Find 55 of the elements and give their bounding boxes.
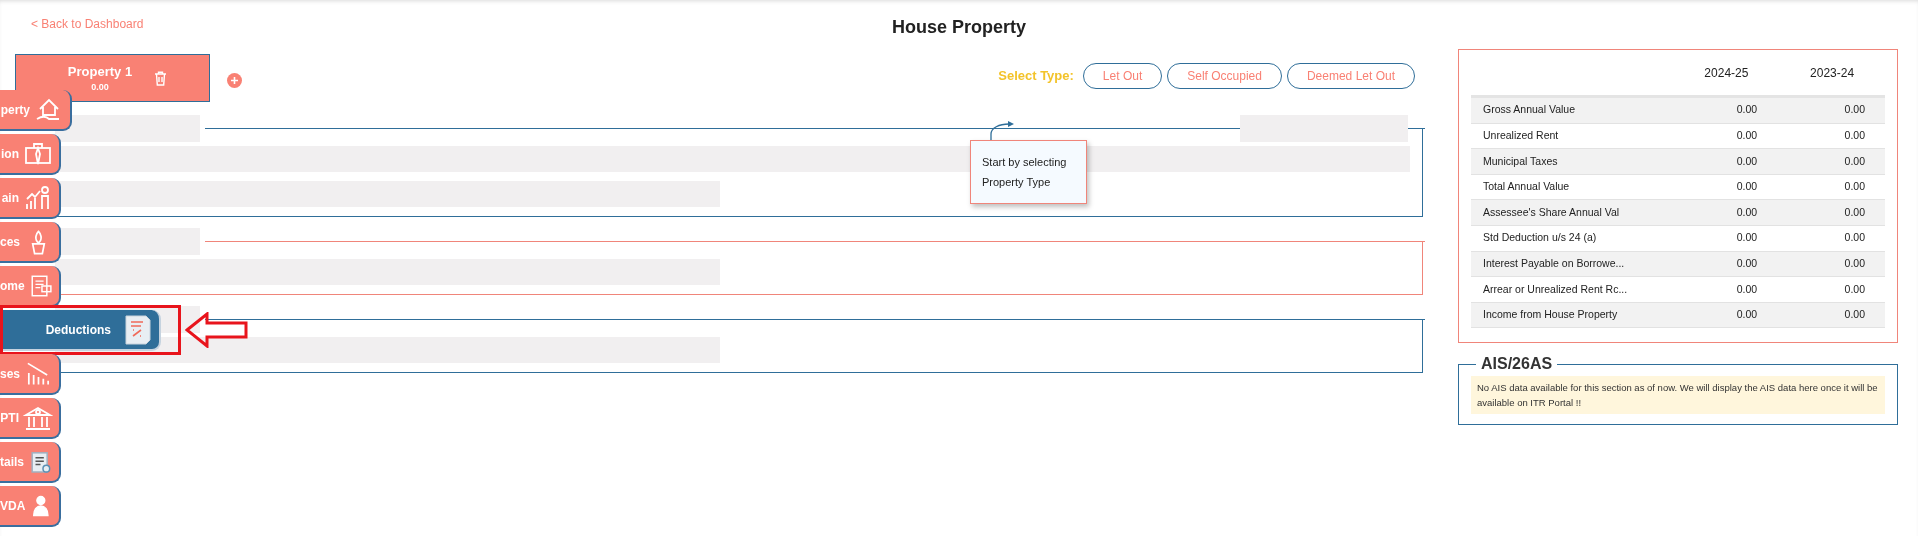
table-cell-text: 0.00 xyxy=(1735,204,1758,220)
table-cell-text: 0.00 xyxy=(1843,128,1865,143)
table-cell-text: 0.00 xyxy=(1843,102,1865,118)
table-cell-text: 0.00 xyxy=(1843,256,1865,271)
row-label: Arrear or Unrealized Rent Rc... xyxy=(1482,281,1629,297)
sidebar-tab[interactable]: ome xyxy=(0,266,61,307)
table-cell-text: 0.00 xyxy=(1735,281,1758,297)
table-cell-text: 0.00 xyxy=(1735,230,1758,246)
row-label: Unrealized Rent xyxy=(1482,128,1560,143)
row-label: Total Annual Value xyxy=(1482,179,1571,195)
table-cell-text: 0.00 xyxy=(1735,128,1758,143)
type-option[interactable]: Deemed Let Out xyxy=(1286,63,1415,89)
trash-icon[interactable] xyxy=(154,70,167,86)
ais-title: AIS/26AS xyxy=(1480,354,1554,375)
sidebar-tab[interactable]: perty xyxy=(0,90,72,131)
column-header: 2024-25 xyxy=(1703,65,1750,82)
column-header: 2023-24 xyxy=(1809,65,1856,82)
sidebar-tab[interactable]: Deductions xyxy=(3,310,161,351)
type-option[interactable]: Let Out xyxy=(1082,63,1163,89)
sidebar-tab[interactable]: ces xyxy=(0,222,61,263)
row-label: Municipal Taxes xyxy=(1482,153,1559,169)
page-title: House Property xyxy=(891,15,1026,39)
table-cell-text: 0.00 xyxy=(1843,204,1865,220)
table-cell-text: 0.00 xyxy=(1735,179,1758,195)
sidebar-tab[interactable]: tails xyxy=(0,442,61,483)
select-type-label: Select Type: xyxy=(998,67,1074,86)
ais-message: No AIS data available for this section as of now. We will display the AIS data here once it will be available on ITR Portal !! xyxy=(1471,376,1885,415)
sidebar-tab[interactable]: ion xyxy=(0,134,61,175)
table-cell-text: 0.00 xyxy=(1735,102,1758,118)
table-cell-text: 0.00 xyxy=(1843,153,1865,169)
row-label: Interest Payable on Borrowe... xyxy=(1482,256,1626,271)
property-card[interactable]: Property 1 0.00 xyxy=(15,54,210,102)
hint-tooltip: Start by selecting Property Type xyxy=(970,140,1087,204)
table-cell-text: 0.00 xyxy=(1843,281,1865,297)
add-icon[interactable] xyxy=(227,73,242,88)
left-arrow-icon xyxy=(185,312,249,348)
table-cell-text: 0.00 xyxy=(1735,307,1758,323)
row-label: Std Deduction u/s 24 (a) xyxy=(1482,230,1598,246)
tax-document-icon xyxy=(123,313,153,346)
sidebar-tab[interactable]: ses xyxy=(0,354,61,395)
sidebar-tab[interactable]: PTI xyxy=(0,398,61,439)
table-cell-text: 0.00 xyxy=(1843,230,1865,246)
row-label: Gross Annual Value xyxy=(1482,102,1577,118)
back-link[interactable]: < Back to Dashboard xyxy=(31,15,144,33)
type-option[interactable]: Self Occupied xyxy=(1167,63,1282,89)
table-cell-text: 0.00 xyxy=(1735,153,1758,169)
sidebar-tab[interactable]: VDA xyxy=(0,486,61,527)
table-cell-text: 0.00 xyxy=(1843,179,1865,195)
row-label: Assessee's Share Annual Val xyxy=(1482,204,1621,220)
row-label: Income from House Property xyxy=(1482,307,1619,323)
table-cell-text: 0.00 xyxy=(1735,256,1758,271)
property-name: Property 1 xyxy=(67,62,133,81)
table-cell-text: 0.00 xyxy=(1843,307,1865,323)
sidebar-tab[interactable]: ain xyxy=(0,178,61,219)
property-amount: 0.00 xyxy=(91,81,109,94)
